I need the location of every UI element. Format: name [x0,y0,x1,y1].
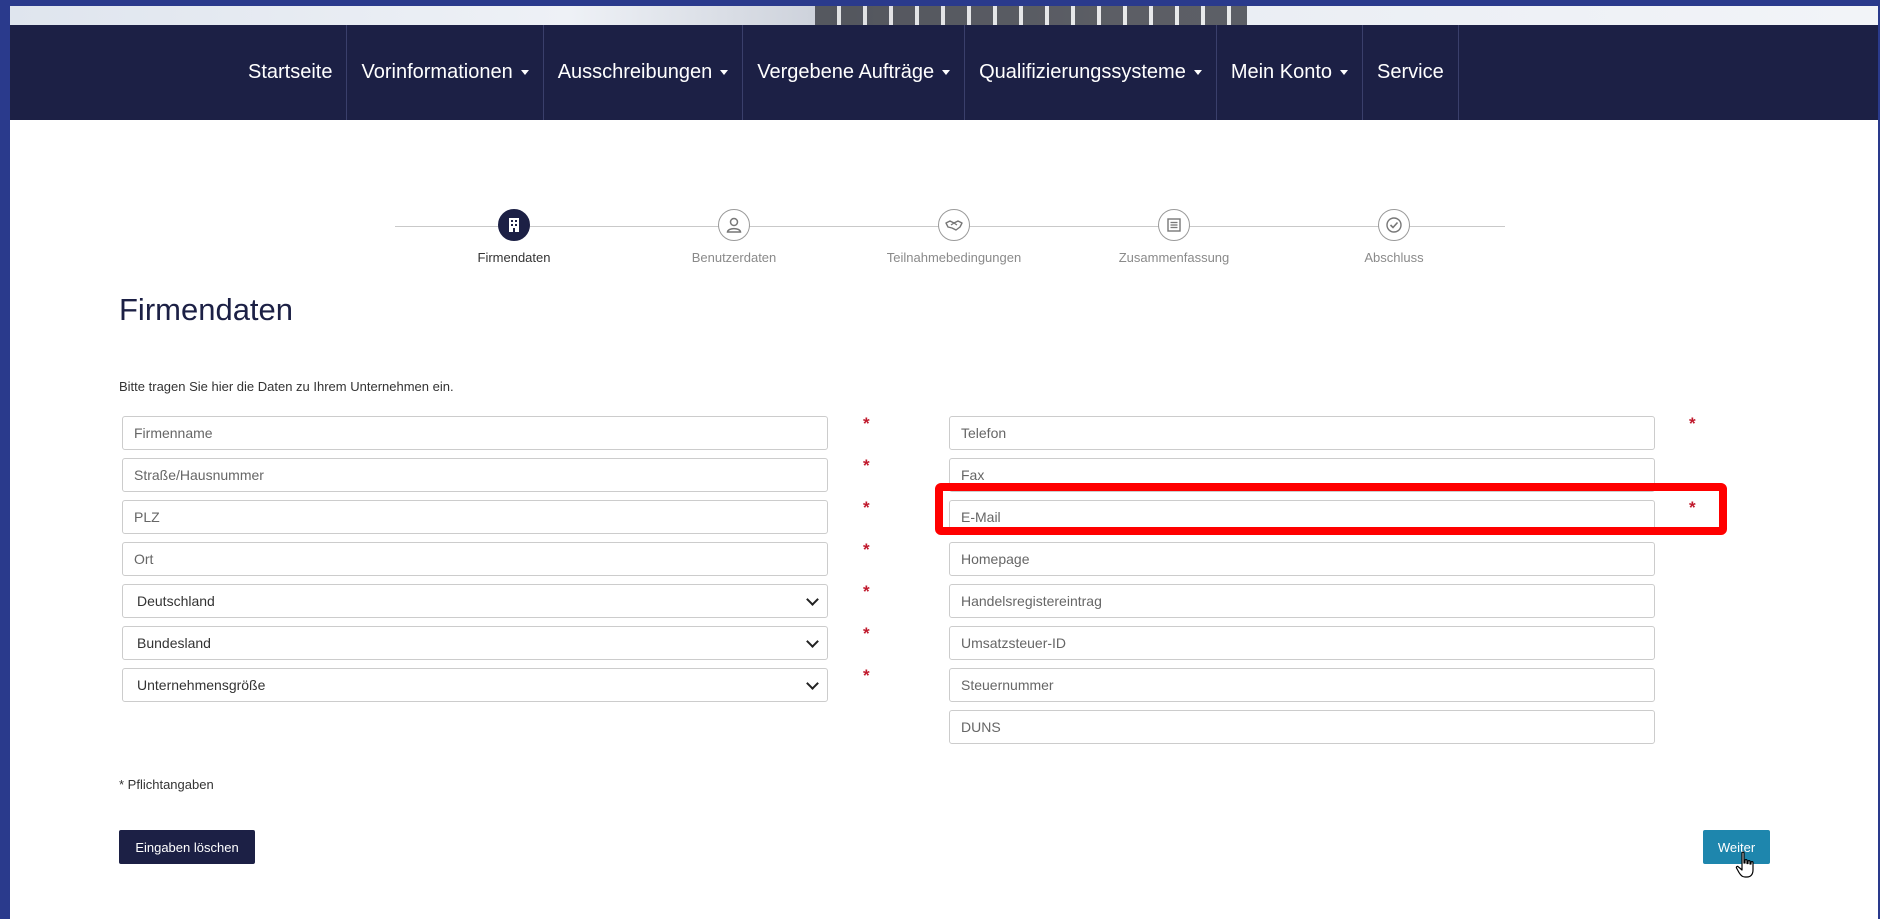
caret-down-icon [520,70,529,75]
browser-page: Startseite Vorinformationen Ausschreibunge… [10,6,1878,919]
selected-value: Bundesland [137,635,211,651]
nav-item-label: Ausschreibungen [557,61,713,83]
chevron-down-icon [806,634,819,648]
keyboard-image [815,6,1247,26]
step-circle [1158,209,1190,241]
step-circle [718,209,750,241]
ort-input[interactable]: Ort [122,542,828,576]
step-zusammenfassung: Zusammenfassung [1064,209,1284,265]
page-title: Firmendaten [119,292,294,327]
caret-down-icon [1340,70,1348,75]
step-circle [498,209,530,241]
placeholder-text: DUNS [961,719,1001,735]
required-fields-note: * Pflichtangaben [119,777,214,792]
nav-item-qualifizierungssysteme[interactable]: Qualifizierungssysteme [965,25,1217,120]
steuernummer-input[interactable]: Steuernummer [949,668,1655,702]
step-label: Abschluss [1364,250,1424,265]
telefon-input[interactable]: Telefon [949,416,1655,450]
nav-item-label: Startseite [248,61,333,83]
step-label: Teilnahmebedingungen [886,250,1022,265]
placeholder-text: PLZ [134,509,160,525]
nav-item-startseite[interactable]: Startseite [248,25,348,120]
nav-item-label: Vergebene Aufträge [757,61,935,83]
required-asterisk: * [863,456,870,475]
step-circle [1378,209,1410,241]
nav-menu: Startseite Vorinformationen Ausschreibunge… [248,25,1459,120]
nav-item-vergebene-aufträge[interactable]: Vergebene Aufträge [743,25,966,120]
intro-text: Bitte tragen Sie hier die Daten zu Ihrem… [119,379,454,394]
step-circle [938,209,970,241]
step-firmendaten: Firmendaten [404,209,624,265]
required-asterisk: * [863,540,870,559]
step-teilnahmebedingungen: Teilnahmebedingungen [844,209,1064,265]
nav-item-label: Vorinformationen [361,61,513,83]
required-asterisk: * [863,498,870,517]
caret-down-icon [942,70,951,75]
umsatzsteuer-id-input[interactable]: Umsatzsteuer-ID [949,626,1655,660]
placeholder-text: Fax [961,467,985,483]
placeholder-text: Telefon [961,425,1007,441]
check-circle-icon [1386,217,1402,233]
bundesland-select[interactable]: Bundesland [122,626,828,660]
handshake-icon [945,220,963,231]
required-asterisk: * [863,624,870,643]
selected-value: Deutschland [137,593,215,609]
placeholder-text: Handelsregistereintrag [961,593,1102,609]
caret-down-icon [720,70,729,75]
nav-item-label: Service [1377,61,1444,83]
placeholder-text: Straße/Hausnummer [134,467,264,483]
plz-input[interactable]: PLZ [122,500,828,534]
placeholder-text: Ort [134,551,154,567]
step-label: Zusammenfassung [1118,250,1230,265]
main-navbar: Startseite Vorinformationen Ausschreibunge… [10,25,1878,120]
hand-pointer-icon [1735,851,1754,878]
nav-item-label: Mein Konto [1230,61,1332,83]
homepage-input[interactable]: Homepage [949,542,1655,576]
step-benutzerdaten: Benutzerdaten [624,209,844,265]
list-icon [1167,218,1181,232]
handelsregistereintrag-input[interactable]: Handelsregistereintrag [949,584,1655,618]
chevron-down-icon [806,676,819,690]
nav-item-service[interactable]: Service [1363,25,1459,120]
step-abschluss: Abschluss [1284,209,1504,265]
required-asterisk: * [1689,414,1696,433]
selected-value: Unternehmensgröße [137,677,266,693]
unternehmensgr-sse-select[interactable]: Unternehmensgröße [122,668,828,702]
nav-item-mein-konto[interactable]: Mein Konto [1217,25,1363,120]
building-icon [509,218,519,232]
placeholder-text: Steuernummer [961,677,1054,693]
deutschland-select[interactable]: Deutschland [122,584,828,618]
nav-item-label: Qualifizierungssysteme [979,61,1186,83]
placeholder-text: Homepage [961,551,1030,567]
chevron-down-icon [806,592,819,606]
firmenname-input[interactable]: Firmenname [122,416,828,450]
nav-item-vorinformationen[interactable]: Vorinformationen [347,25,544,120]
caret-down-icon [1193,70,1202,75]
header-banner-image [10,6,1878,26]
placeholder-text: Umsatzsteuer-ID [961,635,1067,651]
placeholder-text: Firmenname [134,425,213,441]
email-field-highlight [935,483,1727,535]
nav-item-ausschreibungen[interactable]: Ausschreibungen [544,25,744,120]
step-label: Firmendaten [477,250,551,265]
step-label: Benutzerdaten [691,250,777,265]
duns-input[interactable]: DUNS [949,710,1655,744]
required-asterisk: * [863,666,870,685]
required-asterisk: * [863,582,870,601]
strasse-hausnummer-input[interactable]: Straße/Hausnummer [122,458,828,492]
required-asterisk: * [863,414,870,433]
clear-inputs-button[interactable]: Eingaben löschen [119,830,255,864]
user-icon [726,217,742,233]
